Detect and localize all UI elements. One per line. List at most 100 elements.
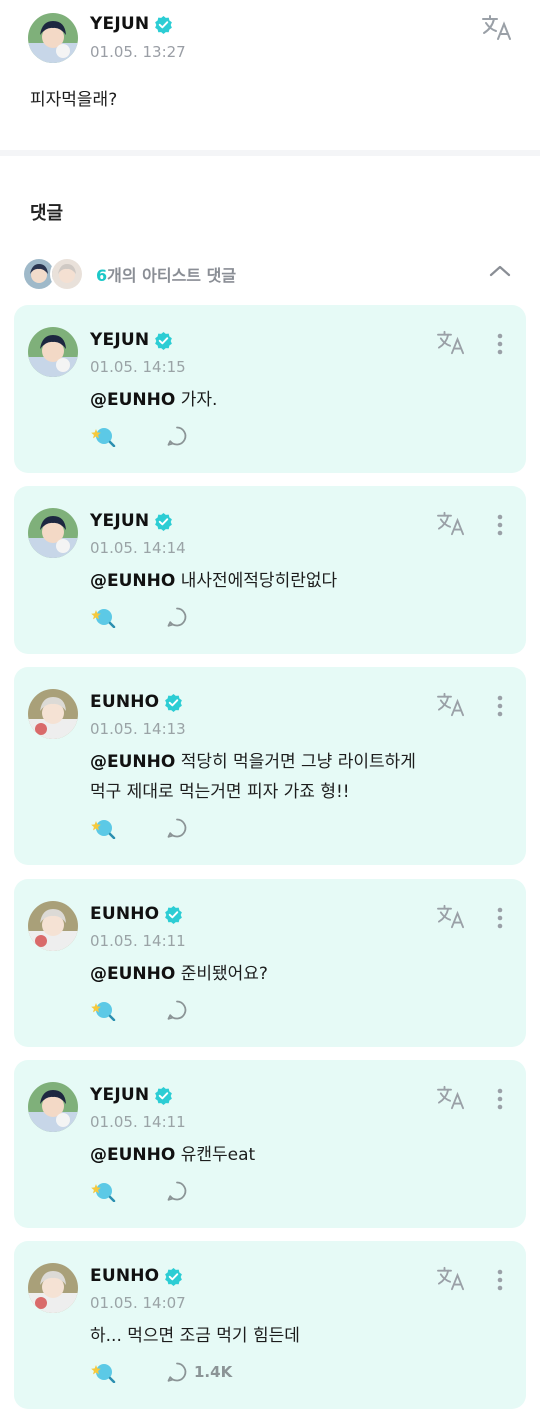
comment-author-row: EUNHO xyxy=(90,1266,183,1286)
comment-author-row: EUNHO xyxy=(90,904,183,924)
more-icon[interactable] xyxy=(494,1268,506,1292)
comment-actions xyxy=(90,999,194,1021)
cheer-icon[interactable] xyxy=(90,817,116,839)
comment-author-name[interactable]: YEJUN xyxy=(90,330,149,350)
post-author-avatar[interactable] xyxy=(28,13,78,63)
comment-body: @EUNHO 가자. xyxy=(90,385,510,415)
verified-icon xyxy=(155,331,173,350)
comment-author-row: YEJUN xyxy=(90,511,173,531)
comment-time: 01.05. 14:11 xyxy=(90,1113,186,1131)
comment-text: 내사전에적당히란없다 xyxy=(180,571,338,591)
translate-icon[interactable] xyxy=(436,511,466,537)
more-icon[interactable] xyxy=(494,906,506,930)
comment-author-row: YEJUN xyxy=(90,1085,173,1105)
verified-icon xyxy=(165,905,183,924)
comment-body: @EUNHO 적당히 먹을거면 그냥 라이트하게먹구 제대로 먹는거면 피자 가… xyxy=(90,747,510,807)
comment-author-row: YEJUN xyxy=(90,330,173,350)
comment-card: YEJUN 01.05. 14:14 @EUNHO 내사전에적당히란없다 xyxy=(14,486,526,654)
mention-link[interactable]: @EUNHO xyxy=(90,390,175,410)
artist-comments-toggle[interactable]: 6개의 아티스트 댓글 xyxy=(22,255,522,291)
comment-card: YEJUN 01.05. 14:15 @EUNHO 가자. xyxy=(14,305,526,473)
reply-button[interactable] xyxy=(166,425,194,447)
comment-author-avatar[interactable] xyxy=(28,1263,78,1313)
reply-count: 1.4K xyxy=(194,1363,233,1381)
artist-avatars xyxy=(22,257,88,291)
cheer-icon[interactable] xyxy=(90,425,116,447)
mention-link[interactable]: @EUNHO xyxy=(90,964,175,984)
comment-text: 먹구 제대로 먹는거면 피자 가죠 형!! xyxy=(90,782,350,802)
comment-actions xyxy=(90,425,194,447)
comment-author-name[interactable]: EUNHO xyxy=(90,692,159,712)
cheer-icon[interactable] xyxy=(90,606,116,628)
translate-icon[interactable] xyxy=(436,904,466,930)
comment-text: 가자. xyxy=(180,390,218,410)
comment-text: 준비됐어요? xyxy=(180,964,268,984)
comment-card: EUNHO 01.05. 14:07 하... 먹으면 조금 먹기 힘든데 1.4K xyxy=(14,1241,526,1409)
reply-button[interactable] xyxy=(166,999,194,1021)
comment-author-avatar[interactable] xyxy=(28,327,78,377)
comment-author-avatar[interactable] xyxy=(28,901,78,951)
mention-link[interactable]: @EUNHO xyxy=(90,571,175,591)
reply-icon[interactable] xyxy=(166,425,188,447)
comment-line: @EUNHO 준비됐어요? xyxy=(90,959,510,989)
reply-icon[interactable] xyxy=(166,606,188,628)
reply-button[interactable] xyxy=(166,606,194,628)
mention-link[interactable]: @EUNHO xyxy=(90,752,175,772)
translate-icon[interactable] xyxy=(436,330,466,356)
artist-comments-label: 6개의 아티스트 댓글 xyxy=(96,262,236,286)
comments-title: 댓글 xyxy=(30,203,64,224)
comment-card: EUNHO 01.05. 14:11 @EUNHO 준비됐어요? xyxy=(14,879,526,1047)
reply-button[interactable] xyxy=(166,1180,194,1202)
comment-body: @EUNHO 준비됐어요? xyxy=(90,959,510,989)
comment-time: 01.05. 14:11 xyxy=(90,932,186,950)
post-time: 01.05. 13:27 xyxy=(90,43,186,61)
comment-line: @EUNHO 내사전에적당히란없다 xyxy=(90,566,510,596)
comment-time: 01.05. 14:13 xyxy=(90,720,186,738)
verified-icon xyxy=(155,15,173,34)
reply-icon[interactable] xyxy=(166,1361,188,1383)
post-author-name[interactable]: YEJUN xyxy=(90,14,149,34)
comment-author-avatar[interactable] xyxy=(28,689,78,739)
comment-text: 적당히 먹을거면 그냥 라이트하게 xyxy=(180,752,416,772)
comment-body: 하... 먹으면 조금 먹기 힘든데 xyxy=(90,1321,510,1351)
reply-button[interactable] xyxy=(166,817,194,839)
chevron-up-icon[interactable] xyxy=(488,259,512,283)
comment-author-avatar[interactable] xyxy=(28,508,78,558)
more-icon[interactable] xyxy=(494,694,506,718)
artist-comment-count: 6 xyxy=(96,266,108,285)
translate-icon[interactable] xyxy=(481,14,513,42)
comment-author-avatar[interactable] xyxy=(28,1082,78,1132)
reply-icon[interactable] xyxy=(166,999,188,1021)
verified-icon xyxy=(165,1267,183,1286)
verified-icon xyxy=(155,1086,173,1105)
comment-line: 먹구 제대로 먹는거면 피자 가죠 형!! xyxy=(90,777,510,807)
post-body: 피자먹을래? xyxy=(30,90,118,110)
reply-icon[interactable] xyxy=(166,817,188,839)
section-divider xyxy=(0,150,540,156)
artist-comment-text: 개의 아티스트 댓글 xyxy=(107,266,237,285)
cheer-icon[interactable] xyxy=(90,999,116,1021)
mention-link[interactable]: @EUNHO xyxy=(90,1145,175,1165)
reply-icon[interactable] xyxy=(166,1180,188,1202)
reply-button[interactable]: 1.4K xyxy=(166,1361,232,1383)
comment-actions xyxy=(90,817,194,839)
comment-body: @EUNHO 유캔두eat xyxy=(90,1140,510,1170)
comment-author-name[interactable]: EUNHO xyxy=(90,1266,159,1286)
comment-author-name[interactable]: EUNHO xyxy=(90,904,159,924)
more-icon[interactable] xyxy=(494,332,506,356)
more-icon[interactable] xyxy=(494,513,506,537)
more-icon[interactable] xyxy=(494,1087,506,1111)
comment-author-name[interactable]: YEJUN xyxy=(90,1085,149,1105)
comment-author-name[interactable]: YEJUN xyxy=(90,511,149,531)
comment-line: @EUNHO 가자. xyxy=(90,385,510,415)
cheer-icon[interactable] xyxy=(90,1361,116,1383)
comment-line: @EUNHO 유캔두eat xyxy=(90,1140,510,1170)
comment-text: 하... 먹으면 조금 먹기 힘든데 xyxy=(90,1326,300,1346)
cheer-icon[interactable] xyxy=(90,1180,116,1202)
translate-icon[interactable] xyxy=(436,1266,466,1292)
comment-actions: 1.4K xyxy=(90,1361,232,1383)
comment-body: @EUNHO 내사전에적당히란없다 xyxy=(90,566,510,596)
translate-icon[interactable] xyxy=(436,692,466,718)
translate-icon[interactable] xyxy=(436,1085,466,1111)
post-author-row: YEJUN xyxy=(90,14,173,34)
